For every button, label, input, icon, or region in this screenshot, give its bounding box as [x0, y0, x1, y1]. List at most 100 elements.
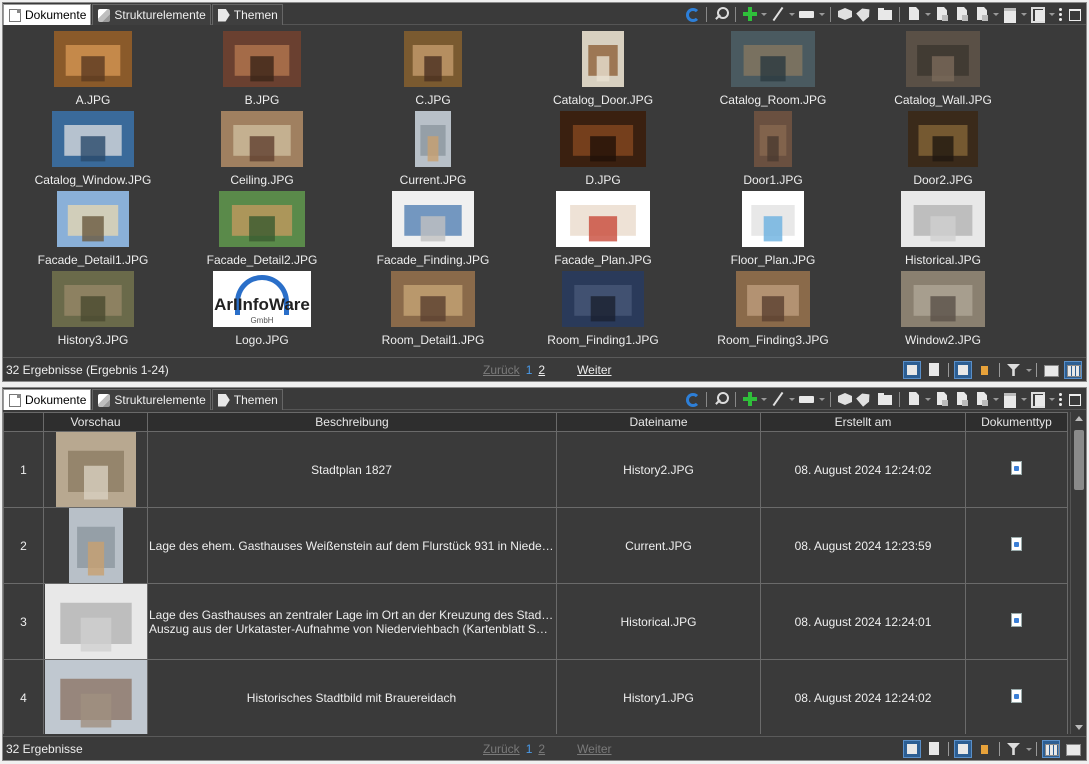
- gallery-thumbnail[interactable]: [54, 31, 132, 87]
- gallery-item[interactable]: Door1.JPG: [693, 107, 853, 187]
- vertical-scrollbar[interactable]: [1070, 412, 1086, 734]
- maximize-icon[interactable]: [1066, 391, 1082, 407]
- link-dropdown[interactable]: [818, 391, 826, 407]
- tab-dokumente[interactable]: Dokumente: [3, 389, 92, 410]
- column-header-beschreibung[interactable]: Beschreibung: [147, 412, 557, 432]
- calendar-dropdown[interactable]: [1020, 391, 1028, 407]
- filter-icon[interactable]: [1005, 740, 1023, 758]
- gallery-view-icon[interactable]: [1064, 740, 1082, 758]
- filter-icon[interactable]: [1005, 361, 1023, 379]
- more-icon[interactable]: [1058, 6, 1062, 22]
- page-2-link[interactable]: 2: [538, 742, 545, 756]
- preview-thumbnail[interactable]: [44, 660, 147, 734]
- tab-themen[interactable]: Themen: [211, 389, 283, 410]
- gallery-thumbnail[interactable]: [742, 191, 804, 247]
- table-row[interactable]: 1 Stadtplan 1827 History2.JPG 08. August 20…: [3, 431, 1068, 508]
- copy-dropdown[interactable]: [1048, 391, 1056, 407]
- gallery-thumbnail[interactable]: [908, 111, 978, 167]
- gallery-thumbnail[interactable]: [57, 191, 129, 247]
- edit-dropdown[interactable]: [788, 6, 796, 22]
- tab-dokumente[interactable]: Dokumente: [3, 4, 92, 25]
- preview-thumbnail[interactable]: [68, 508, 123, 583]
- gallery-thumbnail[interactable]: [736, 271, 810, 327]
- refresh-icon[interactable]: [686, 7, 700, 22]
- gallery-item[interactable]: Ceiling.JPG: [182, 107, 342, 187]
- filter-dropdown[interactable]: [1025, 741, 1033, 757]
- document-icon[interactable]: [906, 6, 922, 22]
- column-header-vorschau[interactable]: Vorschau: [43, 412, 148, 432]
- preview-thumbnail[interactable]: [44, 584, 147, 659]
- folder-icon[interactable]: [877, 6, 893, 22]
- scroll-up-icon[interactable]: [1075, 416, 1083, 421]
- link-dropdown[interactable]: [818, 6, 826, 22]
- highlight-icon[interactable]: [976, 740, 994, 758]
- gallery-item[interactable]: Catalog_Door.JPG: [523, 27, 683, 107]
- document-dropdown[interactable]: [924, 6, 932, 22]
- edit-icon[interactable]: [770, 6, 786, 22]
- edit-icon[interactable]: [770, 391, 786, 407]
- scroll-thumb[interactable]: [1074, 430, 1084, 490]
- prev-link[interactable]: Zurück: [483, 742, 520, 756]
- structure-icon[interactable]: [837, 391, 853, 407]
- add-dropdown[interactable]: [760, 6, 768, 22]
- gallery-thumbnail[interactable]: [901, 271, 985, 327]
- add-icon[interactable]: [742, 391, 758, 407]
- prev-link[interactable]: Zurück: [483, 363, 520, 377]
- gallery-item[interactable]: Historical.JPG: [863, 187, 1023, 267]
- gallery-item[interactable]: ArIInfoWare GmbH Logo.JPG: [182, 267, 342, 347]
- highlight-icon[interactable]: [976, 361, 994, 379]
- document-dropdown[interactable]: [924, 391, 932, 407]
- next-link[interactable]: Weiter: [577, 742, 611, 756]
- gallery-thumbnail[interactable]: [52, 271, 134, 327]
- document-export-icon[interactable]: [954, 391, 970, 407]
- preview-cell[interactable]: [43, 507, 148, 584]
- document-move-icon[interactable]: [974, 6, 990, 22]
- gallery-item[interactable]: D.JPG: [523, 107, 683, 187]
- preview-thumbnail[interactable]: [55, 432, 136, 507]
- gallery-item[interactable]: Floor_Plan.JPG: [693, 187, 853, 267]
- link-icon[interactable]: [798, 6, 816, 22]
- gallery-thumbnail[interactable]: [219, 191, 305, 247]
- gallery-thumbnail[interactable]: [52, 111, 134, 167]
- table-row[interactable]: 2 Lage des ehem. Gasthauses Weißenstein a…: [3, 507, 1068, 584]
- add-icon[interactable]: [742, 6, 758, 22]
- move-dropdown[interactable]: [992, 6, 1000, 22]
- gallery-thumbnail[interactable]: [221, 111, 303, 167]
- column-header-dokumenttyp[interactable]: Dokumenttyp: [965, 412, 1068, 432]
- page-2-link[interactable]: 2: [538, 363, 545, 377]
- gallery-item[interactable]: C.JPG: [353, 27, 513, 107]
- tab-themen[interactable]: Themen: [211, 4, 283, 25]
- gallery-item[interactable]: Facade_Detail2.JPG: [182, 187, 342, 267]
- preview-view-icon[interactable]: [903, 740, 921, 758]
- gallery-thumbnail[interactable]: [582, 31, 624, 87]
- gallery-thumbnail[interactable]: [754, 111, 792, 167]
- gallery-item[interactable]: Facade_Finding.JPG: [353, 187, 513, 267]
- gallery-item[interactable]: A.JPG: [13, 27, 173, 107]
- gallery-thumbnail[interactable]: [556, 191, 650, 247]
- gallery-thumbnail[interactable]: [731, 31, 815, 87]
- table-view-icon[interactable]: [1042, 740, 1060, 758]
- gallery-item[interactable]: History3.JPG: [13, 267, 173, 347]
- preview-cell[interactable]: [43, 659, 148, 734]
- gallery-thumbnail[interactable]: [562, 271, 644, 327]
- gallery-thumbnail[interactable]: [223, 31, 301, 87]
- gallery-item[interactable]: Catalog_Room.JPG: [693, 27, 853, 107]
- network-view-icon[interactable]: [954, 361, 972, 379]
- gallery-thumbnail[interactable]: [906, 31, 980, 87]
- document-icon[interactable]: [906, 391, 922, 407]
- tab-strukturelemente[interactable]: Strukturelemente: [92, 389, 211, 410]
- calendar-dropdown[interactable]: [1020, 6, 1028, 22]
- copy-icon[interactable]: [1030, 391, 1046, 408]
- document-edit-icon[interactable]: [934, 391, 950, 407]
- network-view-icon[interactable]: [954, 740, 972, 758]
- filter-dropdown[interactable]: [1025, 362, 1033, 378]
- gallery-item[interactable]: B.JPG: [182, 27, 342, 107]
- scroll-down-icon[interactable]: [1075, 725, 1083, 730]
- tags-icon[interactable]: [857, 391, 873, 407]
- gallery-thumbnail[interactable]: [415, 111, 451, 167]
- row-number-header[interactable]: [3, 412, 44, 432]
- column-header-dateiname[interactable]: Dateiname: [556, 412, 761, 432]
- preview-view-icon[interactable]: [903, 361, 921, 379]
- next-link[interactable]: Weiter: [577, 363, 611, 377]
- more-icon[interactable]: [1058, 391, 1062, 407]
